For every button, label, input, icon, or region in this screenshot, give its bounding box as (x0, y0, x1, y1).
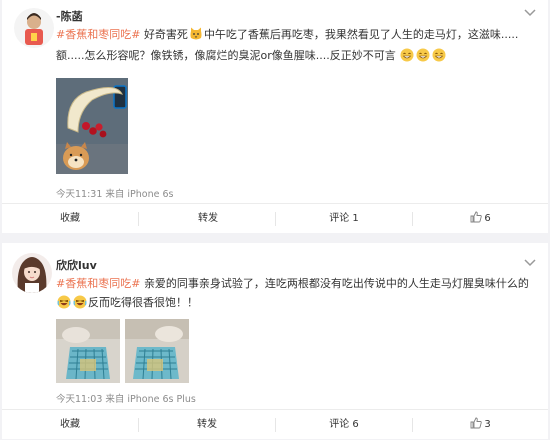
action-bar: 收藏 转发 评论 6 3 (2, 409, 548, 439)
hashtag-link[interactable]: #香蕉和枣同吃# (56, 28, 140, 41)
post-image[interactable] (56, 78, 128, 174)
action-bar: 收藏 转发 评论 1 6 (2, 203, 548, 233)
grin-emoji-icon (432, 48, 446, 62)
laugh-cry-emoji-icon (73, 295, 87, 309)
avatar[interactable] (12, 253, 52, 293)
post-card: 欣欣luv #香蕉和枣同吃# 亲爱的同事亲身试验了，连吃两根都没有吃出传说中的人… (2, 243, 548, 439)
laugh-cry-emoji-icon (57, 295, 71, 309)
post-text-line-1: #香蕉和枣同吃# 好奇害死 中午吃了香蕉后再吃枣，我果然看见了人生的走马灯，这滋味… (56, 27, 519, 41)
avatar[interactable] (14, 8, 54, 48)
grin-emoji-icon (400, 48, 414, 62)
like-icon (470, 211, 483, 223)
chevron-down-icon[interactable] (524, 259, 536, 267)
favorite-button[interactable]: 收藏 (2, 410, 138, 440)
comment-button[interactable]: 评论 1 (276, 204, 412, 234)
post-image[interactable] (125, 319, 189, 383)
post-text-line-2: 额.....怎么形容呢？像铁锈，像腐烂的臭泥or像鱼腥味....反正妙不可言 (56, 48, 447, 64)
grin-emoji-icon (416, 48, 430, 62)
chevron-down-icon[interactable] (524, 9, 536, 17)
post-meta: 今天11:31 来自 iPhone 6s (56, 189, 174, 200)
favorite-button[interactable]: 收藏 (2, 204, 138, 234)
like-button[interactable]: 3 (413, 410, 548, 440)
hashtag-link[interactable]: #香蕉和枣同吃# (56, 277, 140, 290)
like-button[interactable]: 6 (413, 204, 548, 234)
cat-emoji-icon (190, 27, 202, 40)
weibo-feed: -陈菡 #香蕉和枣同吃# 好奇害死 中午吃了香蕉后再吃枣，我果然看见了人生的走马灯… (0, 0, 550, 439)
post-image[interactable] (56, 319, 120, 383)
username[interactable]: 欣欣luv (56, 257, 97, 273)
repost-button[interactable]: 转发 (139, 410, 275, 440)
post-meta: 今天11:03 来自 iPhone 6s Plus (56, 394, 196, 405)
username[interactable]: -陈菡 (56, 8, 83, 24)
post-card: -陈菡 #香蕉和枣同吃# 好奇害死 中午吃了香蕉后再吃枣，我果然看见了人生的走马灯… (2, 0, 548, 233)
post-text-line-1: #香蕉和枣同吃# 亲爱的同事亲身试验了，连吃两根都没有吃出传说中的人生走马灯腥臭… (56, 277, 529, 290)
repost-button[interactable]: 转发 (139, 204, 275, 234)
comment-button[interactable]: 评论 6 (276, 410, 412, 440)
like-icon (470, 417, 483, 429)
post-text-line-2: 反而吃得很香很饱！！ (56, 295, 198, 311)
